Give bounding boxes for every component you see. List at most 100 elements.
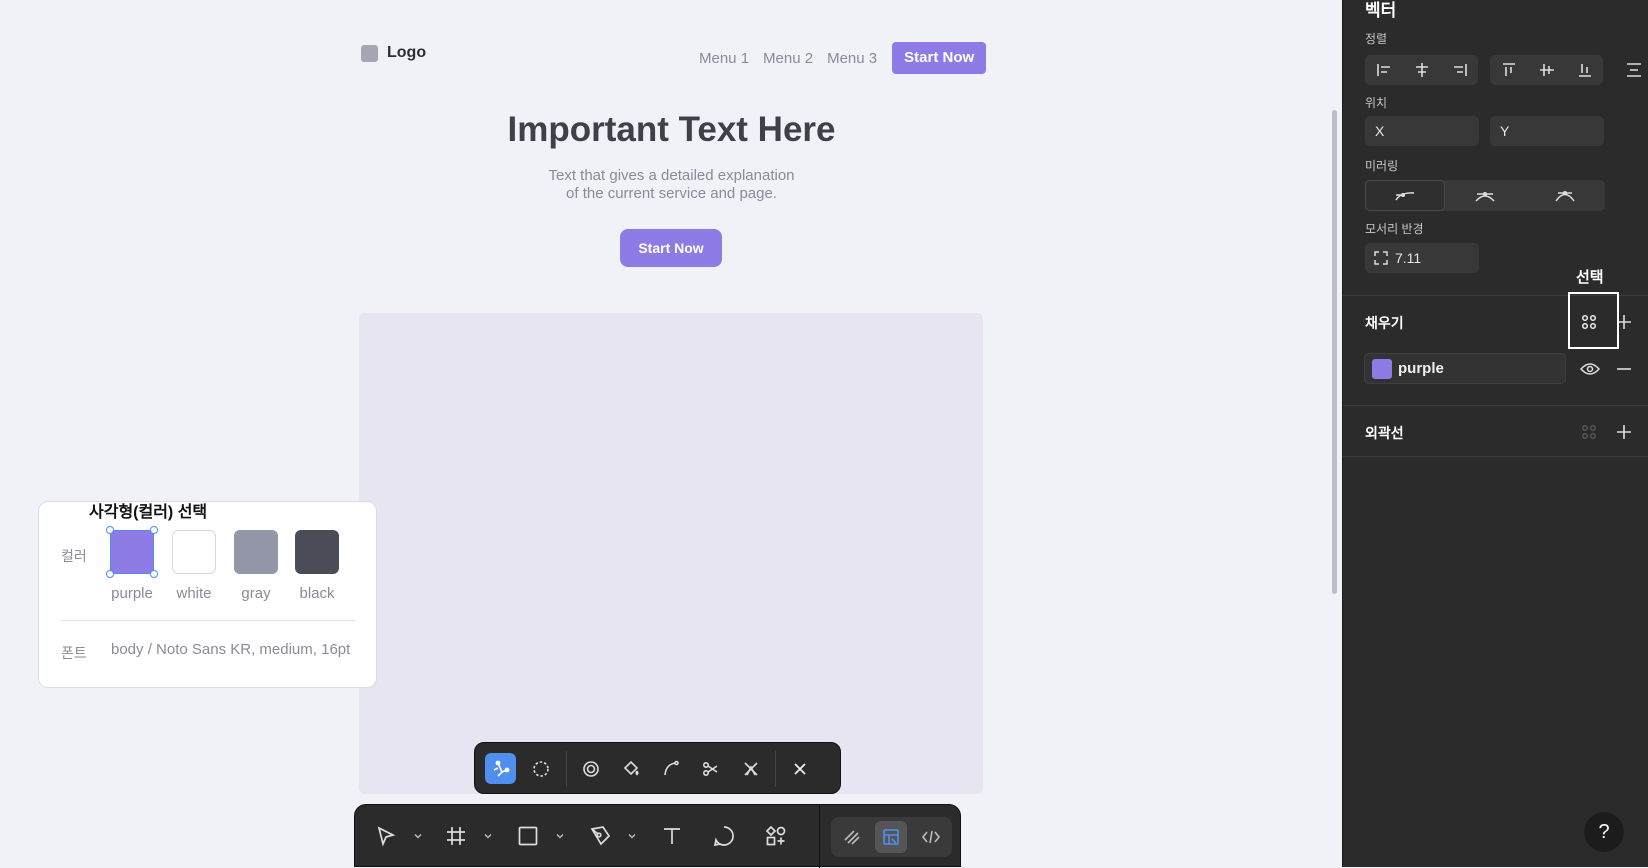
swatch-label-black: black xyxy=(299,585,335,602)
fill-section-title: 채우기 xyxy=(1365,315,1404,331)
align-right-button[interactable] xyxy=(1441,55,1478,85)
main-toolbar xyxy=(354,804,961,868)
font-label: 폰트 xyxy=(61,645,87,661)
frame-tool-dropdown[interactable] xyxy=(483,831,493,841)
align-left-button[interactable] xyxy=(1365,55,1402,85)
hero-start-now-button[interactable]: Start Now xyxy=(620,229,722,267)
image-placeholder[interactable] xyxy=(359,313,983,794)
dev-mode-icon xyxy=(883,829,899,845)
mirror-none-button[interactable] xyxy=(1365,180,1445,211)
nav-start-now-button[interactable]: Start Now xyxy=(892,42,987,74)
draw-mode-button[interactable] xyxy=(836,821,868,853)
swatch-black[interactable] xyxy=(295,530,339,574)
swatch-selection-frame xyxy=(110,530,154,574)
nav-menu-3[interactable]: Menu 3 xyxy=(827,50,877,67)
chevron-down-icon xyxy=(628,833,636,839)
chevron-down-icon xyxy=(414,833,422,839)
align-center-h-button[interactable] xyxy=(1403,55,1440,85)
node-edit-tool[interactable] xyxy=(485,753,516,784)
corner-radius-value: 7.11 xyxy=(1395,250,1422,266)
hero-subtitle-line-2: of the current service and page. xyxy=(566,185,777,202)
selection-handle-tl[interactable] xyxy=(106,526,114,534)
boolean-icon xyxy=(582,760,599,777)
draw-icon xyxy=(844,830,860,845)
align-bottom-button[interactable] xyxy=(1566,55,1603,85)
delete-node-tool[interactable] xyxy=(735,753,766,784)
stroke-section-title: 외곽선 xyxy=(1365,425,1404,441)
move-tool-dropdown[interactable] xyxy=(413,831,423,841)
toolbar-separator xyxy=(775,751,776,787)
swatch-white[interactable] xyxy=(172,530,216,574)
page-logo[interactable]: Logo xyxy=(361,44,426,62)
add-stroke-button[interactable] xyxy=(1613,421,1635,443)
help-button[interactable]: ? xyxy=(1584,812,1624,852)
frame-tool[interactable] xyxy=(439,819,473,853)
cut-tool[interactable] xyxy=(695,753,726,784)
close-vector-toolbar-button[interactable] xyxy=(784,753,815,784)
align-label: 정렬 xyxy=(1365,32,1388,46)
align-left-icon xyxy=(1376,64,1390,76)
close-icon xyxy=(793,762,806,775)
comment-icon xyxy=(713,826,734,847)
design-canvas[interactable]: Logo Menu 1 Menu 2 Menu 3 Start Now Impo… xyxy=(0,0,1342,867)
dev-mode-button[interactable] xyxy=(875,821,907,853)
distribute-icon xyxy=(1626,63,1641,77)
curve-icon xyxy=(663,760,679,775)
comment-tool[interactable] xyxy=(707,819,741,853)
rectangle-tool-dropdown[interactable] xyxy=(555,831,565,841)
hero-subtitle: Text that gives a detailed explanation o… xyxy=(470,167,873,203)
swatch-gray[interactable] xyxy=(234,530,278,574)
pen-tool[interactable] xyxy=(583,819,617,853)
components-tool[interactable] xyxy=(759,819,793,853)
nav-menu-1[interactable]: Menu 1 xyxy=(699,50,749,67)
hero-title: Important Text Here xyxy=(507,110,836,149)
align-top-icon xyxy=(1502,63,1515,76)
remove-fill-button[interactable] xyxy=(1613,358,1635,380)
mirror-angle-icon xyxy=(1475,191,1495,202)
position-x-input[interactable]: X xyxy=(1365,116,1479,146)
selection-handle-bl[interactable] xyxy=(106,570,114,578)
font-value: body / Noto Sans KR, medium, 16pt xyxy=(111,641,351,658)
frame-icon xyxy=(447,827,465,845)
curve-tool[interactable] xyxy=(655,753,686,784)
chevron-down-icon xyxy=(484,833,492,839)
fill-style-name: purple xyxy=(1398,360,1444,377)
mirror-angle-length-icon xyxy=(1555,190,1575,201)
align-center-h-icon xyxy=(1415,63,1428,77)
selection-handle-tr[interactable] xyxy=(150,526,158,534)
card-divider xyxy=(61,620,356,621)
color-label: 컬러 xyxy=(61,548,87,564)
mirror-angle-length-button[interactable] xyxy=(1525,180,1605,211)
mirror-angle-button[interactable] xyxy=(1445,180,1525,211)
boolean-tool[interactable] xyxy=(575,753,606,784)
fill-row[interactable]: purple xyxy=(1364,353,1566,384)
position-y-input[interactable]: Y xyxy=(1490,116,1604,146)
align-top-button[interactable] xyxy=(1490,55,1527,85)
panel-divider xyxy=(1343,456,1648,457)
text-tool[interactable] xyxy=(655,819,689,853)
canvas-scrollbar[interactable] xyxy=(1332,110,1337,594)
scissors-icon xyxy=(702,761,717,776)
paint-bucket-tool[interactable] xyxy=(615,753,646,784)
toggle-fill-visibility-button[interactable] xyxy=(1579,358,1601,380)
logo-text: Logo xyxy=(387,44,427,61)
panel-divider xyxy=(1343,405,1648,406)
code-icon xyxy=(921,830,941,844)
paint-bucket-icon xyxy=(623,760,639,775)
align-middle-button[interactable] xyxy=(1528,55,1565,85)
code-mode-button[interactable] xyxy=(915,821,947,853)
lasso-tool[interactable] xyxy=(525,753,556,784)
select-annotation: 선택 xyxy=(1576,269,1604,286)
nav-menu-2[interactable]: Menu 2 xyxy=(763,50,813,67)
corner-radius-input[interactable]: 7.11 xyxy=(1365,243,1479,273)
mirror-none-icon xyxy=(1395,191,1415,200)
rectangle-tool[interactable] xyxy=(511,819,545,853)
minus-icon xyxy=(1617,368,1631,370)
stroke-styles-button[interactable] xyxy=(1578,421,1600,443)
fill-color-chip[interactable] xyxy=(1372,358,1392,379)
selection-handle-br[interactable] xyxy=(150,570,158,578)
move-tool[interactable] xyxy=(369,819,403,853)
distribute-button[interactable] xyxy=(1615,55,1648,85)
corner-radius-icon xyxy=(1374,251,1388,265)
pen-tool-dropdown[interactable] xyxy=(627,831,637,841)
